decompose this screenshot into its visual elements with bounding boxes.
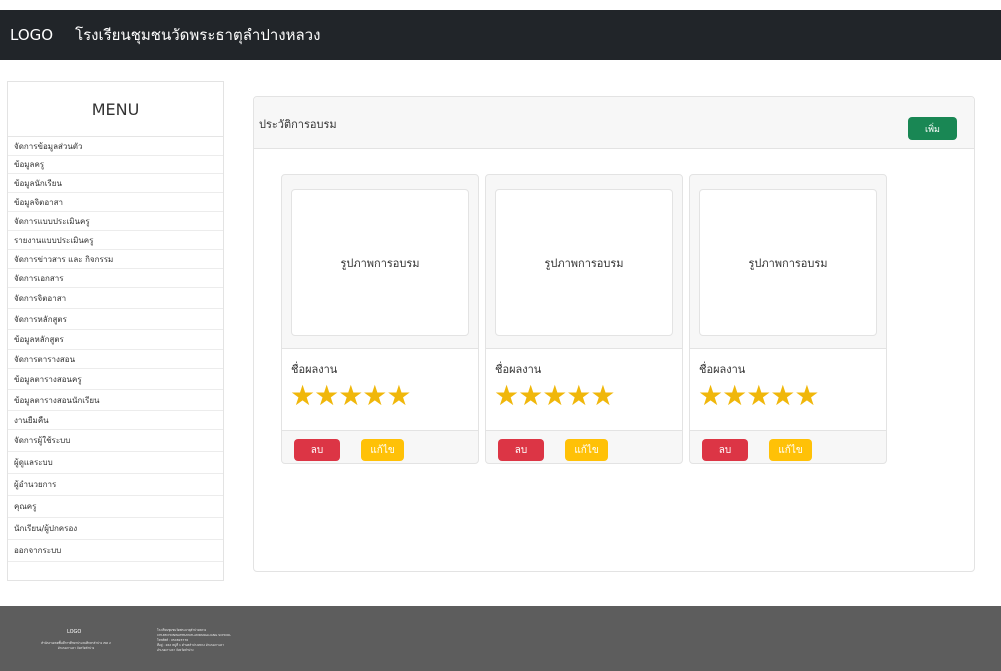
training-card: รูปภาพการอบรมชื่อผลงาน ★★★★★ ลบ แก้ไข [281, 174, 479, 464]
sidebar-item[interactable]: ออกจากระบบ [8, 540, 223, 562]
footer: LOGO สำนักงานเขตพื้นที่การศึกษาประถมศึกษ… [0, 606, 1001, 671]
panel-title: ประวัติการอบรม [259, 118, 337, 131]
work-name: ชื่อผลงาน [699, 363, 746, 376]
sidebar-item[interactable]: รายงานแบบประเมินครู [8, 231, 223, 250]
image-label: รูปภาพการอบรม [544, 256, 624, 270]
sidebar-item[interactable]: คุณครู [8, 496, 223, 518]
star-rating: ★★★★★ [290, 379, 412, 412]
sidebar-item[interactable]: จัดการข่าวสาร และ กิจกรรม [8, 250, 223, 269]
sidebar-item[interactable]: จัดการตารางสอน [8, 350, 223, 369]
card-body: ชื่อผลงาน ★★★★★ [486, 348, 682, 431]
school-name: โรงเรียนชุมชนวัดพระธาตุลำปางหลวง [75, 26, 321, 44]
sidebar-item[interactable]: ข้อมูลครู [8, 156, 223, 174]
edit-button[interactable]: แก้ไข [565, 439, 608, 461]
edit-button[interactable]: แก้ไข [769, 439, 812, 461]
footer-right-text: โรงเรียนชุมชนวัดพระธาตุลำปางหลวง CHUMCHO… [157, 628, 231, 653]
image-label: รูปภาพการอบรม [340, 256, 420, 270]
sidebar-item[interactable]: ข้อมูลนักเรียน [8, 174, 223, 193]
sidebar-item[interactable]: ผู้ดูแลระบบ [8, 452, 223, 474]
footer-right-line: อำเภอเกาะคา จังหวัดลำปาง [157, 648, 194, 652]
star-rating: ★★★★★ [494, 379, 616, 412]
training-card: รูปภาพการอบรมชื่อผลงาน ★★★★★ ลบ แก้ไข [485, 174, 683, 464]
sidebar-menu: MENU จัดการข้อมูลส่วนตัว ข้อมูลครู ข้อมูลน… [7, 81, 224, 581]
navbar-logo[interactable]: LOGO [10, 26, 53, 44]
menu-title: MENU [8, 82, 223, 137]
card-body: ชื่อผลงาน ★★★★★ [690, 348, 886, 431]
sidebar-item[interactable]: นักเรียน/ผู้ปกครอง [8, 518, 223, 540]
edit-button[interactable]: แก้ไข [361, 439, 404, 461]
sidebar-item[interactable]: ข้อมูลตารางสอนครู [8, 369, 223, 390]
panel-header: ประวัติการอบรม เพิ่ม [254, 97, 974, 149]
training-image-placeholder: รูปภาพการอบรม [291, 189, 469, 336]
sidebar-item[interactable]: จัดการหลักสูตร [8, 309, 223, 330]
star-rating: ★★★★★ [698, 379, 820, 412]
image-label: รูปภาพการอบรม [748, 256, 828, 270]
sidebar-item[interactable]: ข้อมูลหลักสูตร [8, 330, 223, 350]
sidebar-item[interactable]: ผู้อำนวยการ [8, 474, 223, 496]
delete-button[interactable]: ลบ [498, 439, 544, 461]
sidebar-item[interactable]: จัดการเอกสาร [8, 269, 223, 288]
sidebar-item[interactable]: ข้อมูลตารางสอนนักเรียน [8, 390, 223, 411]
sidebar-item[interactable]: จัดการจิตอาสา [8, 288, 223, 309]
delete-button[interactable]: ลบ [294, 439, 340, 461]
training-image-placeholder: รูปภาพการอบรม [699, 189, 877, 336]
menu-list: จัดการข้อมูลส่วนตัว ข้อมูลครู ข้อมูลนักเรี… [8, 137, 223, 562]
footer-logo: LOGO [67, 629, 82, 635]
work-name: ชื่อผลงาน [291, 363, 338, 376]
navbar: LOGO โรงเรียนชุมชนวัดพระธาตุลำปางหลวง [0, 10, 1001, 60]
card-body: ชื่อผลงาน ★★★★★ [282, 348, 478, 431]
training-card: รูปภาพการอบรมชื่อผลงาน ★★★★★ ลบ แก้ไข [689, 174, 887, 464]
sidebar-item[interactable]: จัดการผู้ใช้ระบบ [8, 430, 223, 452]
add-button[interactable]: เพิ่ม [908, 117, 957, 140]
work-name: ชื่อผลงาน [495, 363, 542, 376]
sidebar-item[interactable]: งานยืมคืน [8, 411, 223, 430]
sidebar-item[interactable]: จัดการแบบประเมินครู [8, 212, 223, 231]
training-image-placeholder: รูปภาพการอบรม [495, 189, 673, 336]
footer-left-line: อำเภอเกาะคา จังหวัดลำปาง [57, 646, 95, 650]
sidebar-item[interactable]: ข้อมูลจิตอาสา [8, 193, 223, 212]
footer-left-text: สำนักงานเขตพื้นที่การศึกษาประถมศึกษาลำปา… [16, 641, 136, 651]
delete-button[interactable]: ลบ [702, 439, 748, 461]
sidebar-item[interactable]: จัดการข้อมูลส่วนตัว [8, 137, 223, 156]
